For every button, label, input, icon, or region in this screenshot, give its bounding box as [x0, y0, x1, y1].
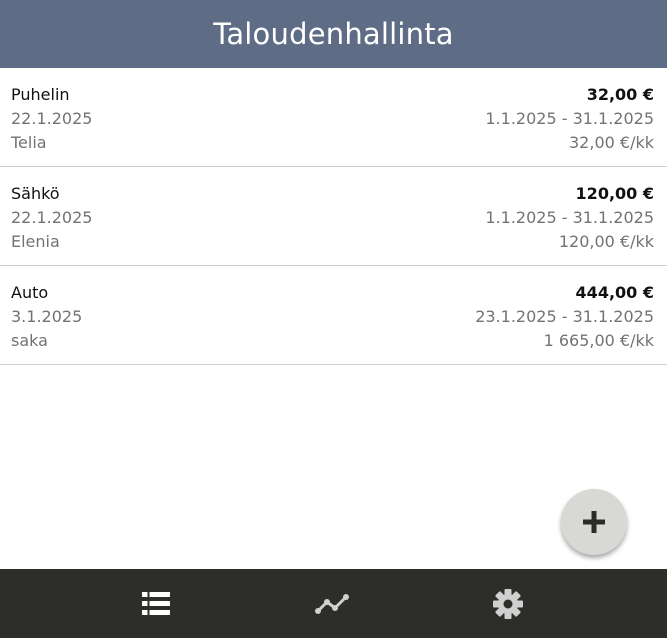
gear-icon: [493, 588, 523, 619]
expense-name: Puhelin: [11, 85, 70, 104]
expense-name: Sähkö: [11, 184, 60, 203]
expense-date: 22.1.2025: [11, 208, 93, 227]
list-icon: [142, 592, 170, 615]
expense-period: 23.1.2025 - 31.1.2025: [475, 307, 654, 326]
chart-line-icon: [315, 593, 349, 615]
expense-date: 22.1.2025: [11, 109, 93, 128]
expense-list: Puhelin 22.1.2025 Telia 32,00 € 1.1.2025…: [0, 68, 667, 365]
expense-vendor: Elenia: [11, 232, 60, 251]
expense-period: 1.1.2025 - 31.1.2025: [485, 208, 654, 227]
expense-vendor: Telia: [11, 133, 47, 152]
expense-monthly: 1 665,00 €/kk: [543, 331, 654, 350]
nav-chart-button[interactable]: [302, 569, 362, 638]
expense-name: Auto: [11, 283, 49, 302]
expense-vendor: saka: [11, 331, 48, 350]
page-title: Taloudenhallinta: [213, 17, 454, 51]
expense-item-puhelin[interactable]: Puhelin 22.1.2025 Telia 32,00 € 1.1.2025…: [0, 68, 667, 167]
expense-date: 3.1.2025: [11, 307, 83, 326]
expense-monthly: 32,00 €/kk: [569, 133, 654, 152]
expense-item-sahko[interactable]: Sähkö 22.1.2025 Elenia 120,00 € 1.1.2025…: [0, 167, 667, 266]
expense-amount: 32,00 €: [586, 85, 654, 104]
nav-settings-button[interactable]: [478, 569, 538, 638]
expense-values: 32,00 € 1.1.2025 - 31.1.2025 32,00 €/kk: [485, 83, 654, 166]
expense-info: Auto 3.1.2025 saka: [11, 281, 82, 364]
expense-monthly: 120,00 €/kk: [558, 232, 654, 251]
expense-amount: 120,00 €: [575, 184, 654, 203]
expense-amount: 444,00 €: [575, 283, 654, 302]
expense-info: Sähkö 22.1.2025 Elenia: [11, 182, 92, 265]
plus-icon: [583, 511, 605, 533]
app-header: Taloudenhallinta: [0, 0, 667, 68]
expense-period: 1.1.2025 - 31.1.2025: [485, 109, 654, 128]
expense-values: 444,00 € 23.1.2025 - 31.1.2025 1 665,00 …: [475, 281, 654, 364]
expense-info: Puhelin 22.1.2025 Telia: [11, 83, 92, 166]
bottom-navigation: [0, 569, 667, 638]
add-expense-button[interactable]: [561, 489, 627, 555]
nav-expense-list-button[interactable]: [126, 569, 186, 638]
expense-values: 120,00 € 1.1.2025 - 31.1.2025 120,00 €/k…: [485, 182, 654, 265]
expense-item-auto[interactable]: Auto 3.1.2025 saka 444,00 € 23.1.2025 - …: [0, 266, 667, 365]
